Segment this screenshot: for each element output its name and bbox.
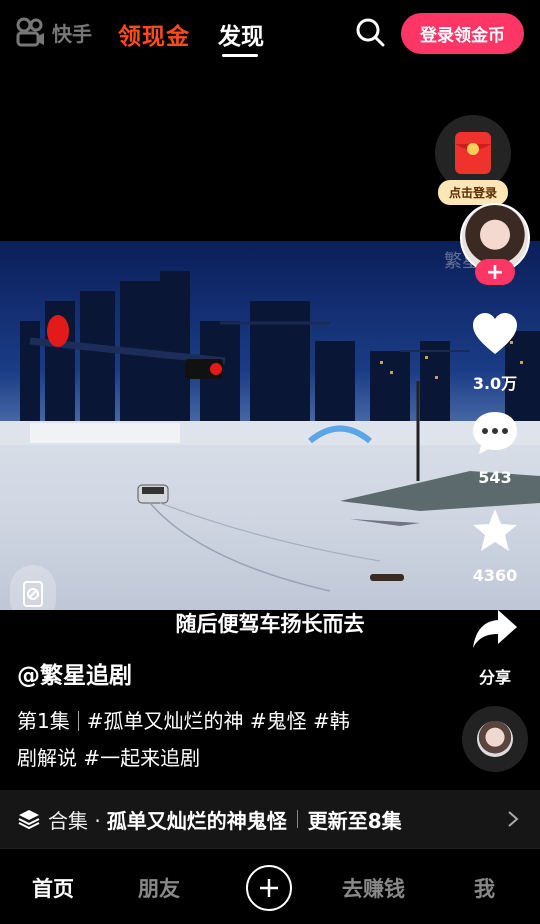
comment-count: 543 xyxy=(478,468,512,487)
hashtags-line-2[interactable]: 剧解说 #一起来追剧 xyxy=(17,740,397,777)
collection-bar[interactable]: 合集 · 孤单又灿烂的神鬼怪 更新至8集 xyxy=(0,790,540,848)
disc-avatar xyxy=(477,721,513,757)
like-button[interactable]: 3.0万 xyxy=(460,310,530,394)
click-login-tag[interactable]: 点击登录 xyxy=(438,180,508,205)
hashtags-line-1[interactable]: #孤单又灿烂的神 #鬼怪 #韩 xyxy=(87,709,350,733)
nav-home[interactable]: 首页 xyxy=(32,873,74,903)
episode-label: 第1集 xyxy=(17,709,70,733)
episode-separator xyxy=(77,711,79,731)
like-count: 3.0万 xyxy=(472,374,518,393)
nav-friends[interactable]: 朋友 xyxy=(138,873,180,903)
active-tab-indicator xyxy=(222,54,258,57)
favorite-button[interactable]: 4360 xyxy=(460,506,530,585)
post-description: 第1集 #孤单又灿烂的神 #鬼怪 #韩 剧解说 #一起来追剧 xyxy=(17,703,397,777)
comment-button[interactable]: 543 xyxy=(460,408,530,487)
favorite-count: 4360 xyxy=(472,566,518,585)
follow-button[interactable]: + xyxy=(475,259,515,285)
share-arrow-icon xyxy=(473,610,517,648)
nav-me[interactable]: 我 xyxy=(474,873,495,903)
comment-icon xyxy=(473,412,517,454)
create-button[interactable] xyxy=(246,865,292,911)
top-bar: 快手 领现金 发现 登录领金币 xyxy=(0,0,540,68)
collection-update: 更新至8集 xyxy=(307,808,402,833)
red-envelope-icon xyxy=(455,132,491,174)
video-subtitle: 随后便驾车扬长而去 xyxy=(175,612,365,636)
layers-icon xyxy=(18,810,40,830)
search-icon[interactable] xyxy=(354,16,386,48)
collection-title: 孤单又灿烂的神鬼怪 xyxy=(106,808,287,833)
collection-separator xyxy=(296,810,298,828)
login-button[interactable]: 登录领金币 xyxy=(401,13,524,54)
video-player[interactable] xyxy=(0,241,540,610)
logo-text: 快手 xyxy=(52,21,92,46)
share-label: 分享 xyxy=(478,668,511,687)
nav-earn[interactable]: 去赚钱 xyxy=(342,873,405,903)
kuaishou-logo-icon xyxy=(16,17,44,47)
author-name[interactable]: @繁星追剧 xyxy=(17,656,132,690)
plus-icon xyxy=(260,879,278,897)
star-icon xyxy=(473,509,517,551)
screen-rotate-button[interactable] xyxy=(10,565,56,610)
music-disc[interactable] xyxy=(462,706,528,772)
bottom-nav: 首页 朋友 去赚钱 我 xyxy=(0,848,540,924)
video-frame-scene xyxy=(0,271,540,592)
heart-icon xyxy=(473,313,517,354)
tab-discover[interactable]: 发现 xyxy=(218,17,264,51)
tab-get-cash[interactable]: 领现金 xyxy=(118,17,190,51)
share-button[interactable]: 分享 xyxy=(460,604,530,688)
chevron-right-icon xyxy=(508,811,519,827)
rotate-lock-icon xyxy=(23,581,43,607)
collection-label: 合集 · xyxy=(48,808,101,833)
kuaishou-logo[interactable]: 快手 xyxy=(14,16,92,48)
